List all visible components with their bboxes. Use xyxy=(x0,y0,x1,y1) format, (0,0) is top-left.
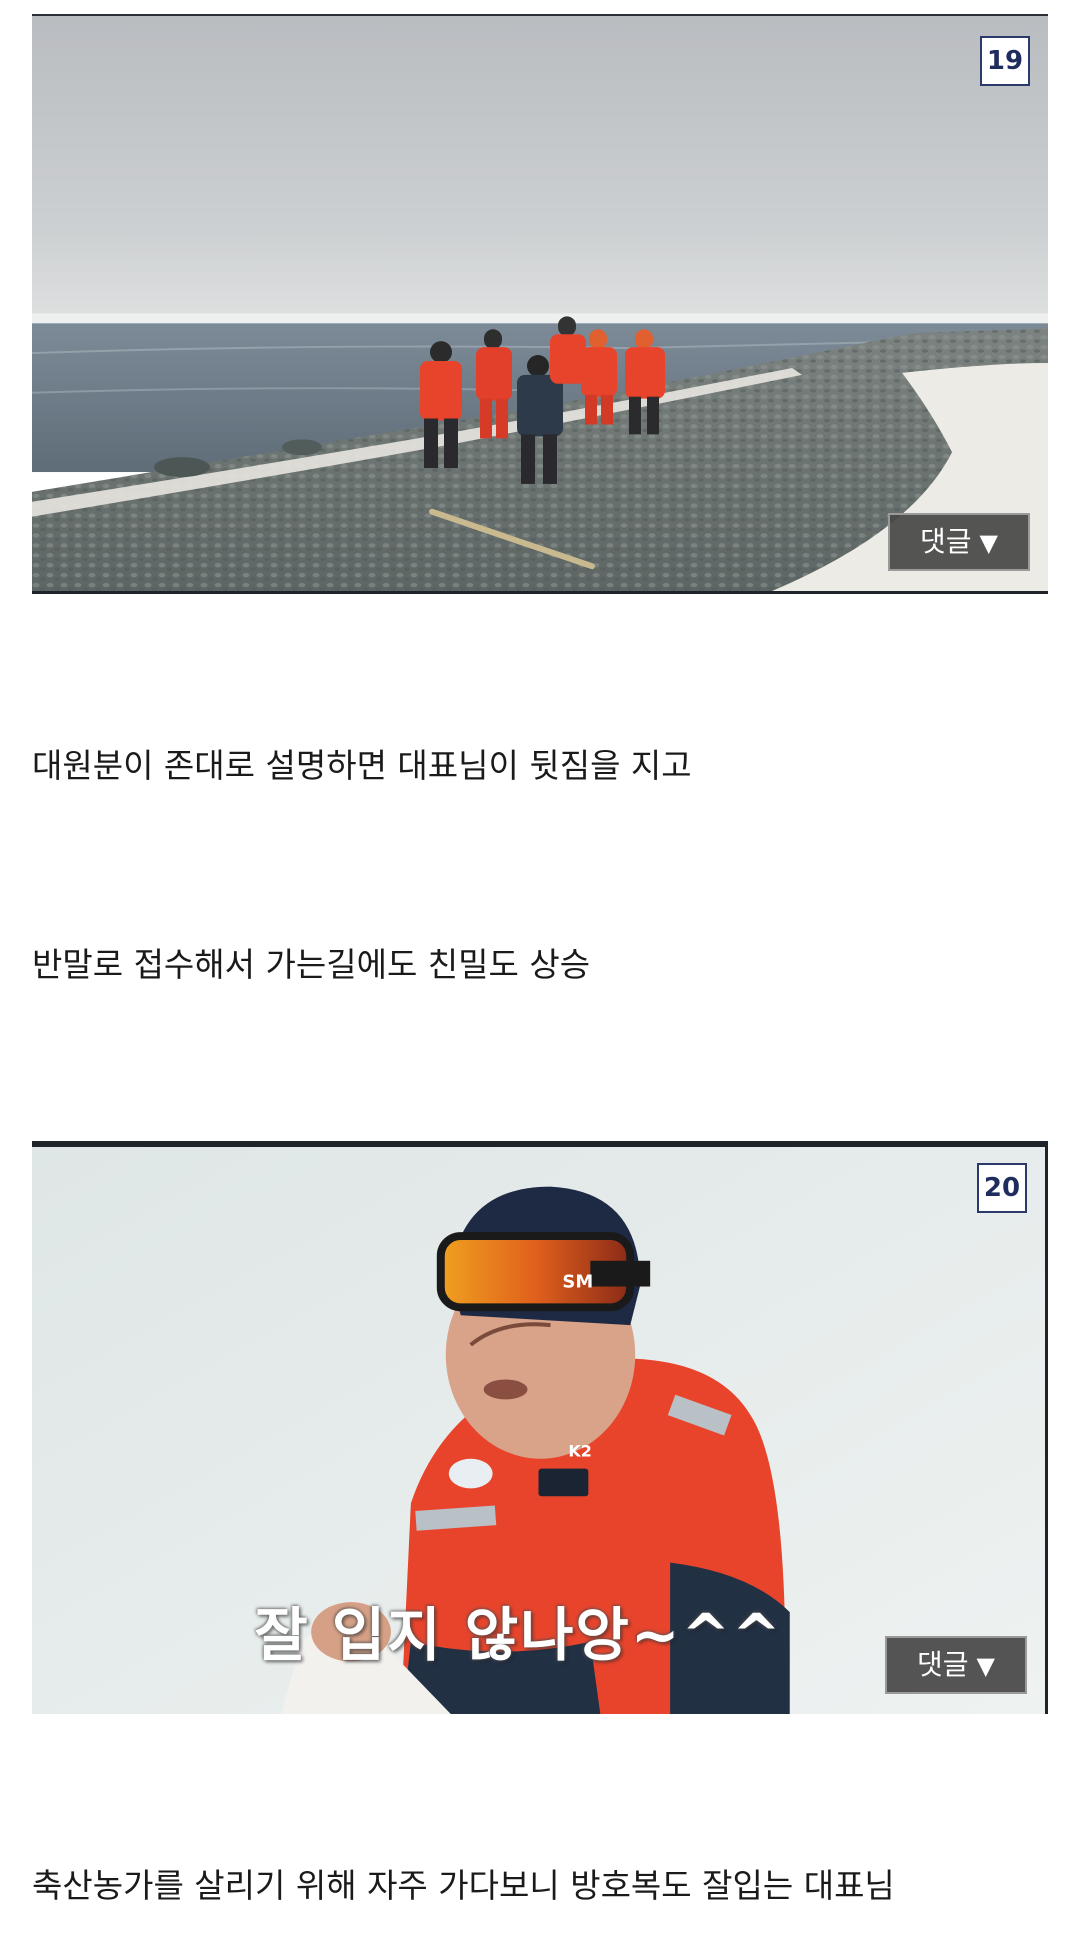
caption-text: 축산농가를 살리기 위해 자주 가다보니 방호복도 잘입는 대표님 xyxy=(32,1866,895,1905)
image-number-badge: 19 xyxy=(980,36,1030,86)
comment-toggle-button[interactable]: 댓글 ▼ xyxy=(885,1636,1027,1694)
comment-toggle-button[interactable]: 댓글 ▼ xyxy=(888,513,1030,571)
image-number-badge: 20 xyxy=(977,1163,1027,1213)
beach-scene-image xyxy=(32,16,1048,591)
post-image-19: 19 댓글 ▼ xyxy=(32,14,1048,594)
triangle-down-icon: ▼ xyxy=(979,529,998,557)
comment-label: 댓글 xyxy=(920,525,972,558)
comment-label: 댓글 xyxy=(917,1648,969,1681)
caption-text: 대원분이 존대로 설명하면 대표님이 뒷짐을 지고 xyxy=(32,746,692,785)
caption-text: 반말로 접수해서 가는길에도 친밀도 상승 xyxy=(32,945,591,984)
post-image-20: SM K2 잘 입지 않나앙~^^ 20 댓글 ▼ xyxy=(32,1141,1048,1714)
video-subtitle: 잘 입지 않나앙~^^ xyxy=(254,1601,783,1669)
svg-text:SM: SM xyxy=(562,1272,593,1293)
svg-text:K2: K2 xyxy=(568,1442,591,1461)
triangle-down-icon: ▼ xyxy=(976,1652,995,1680)
